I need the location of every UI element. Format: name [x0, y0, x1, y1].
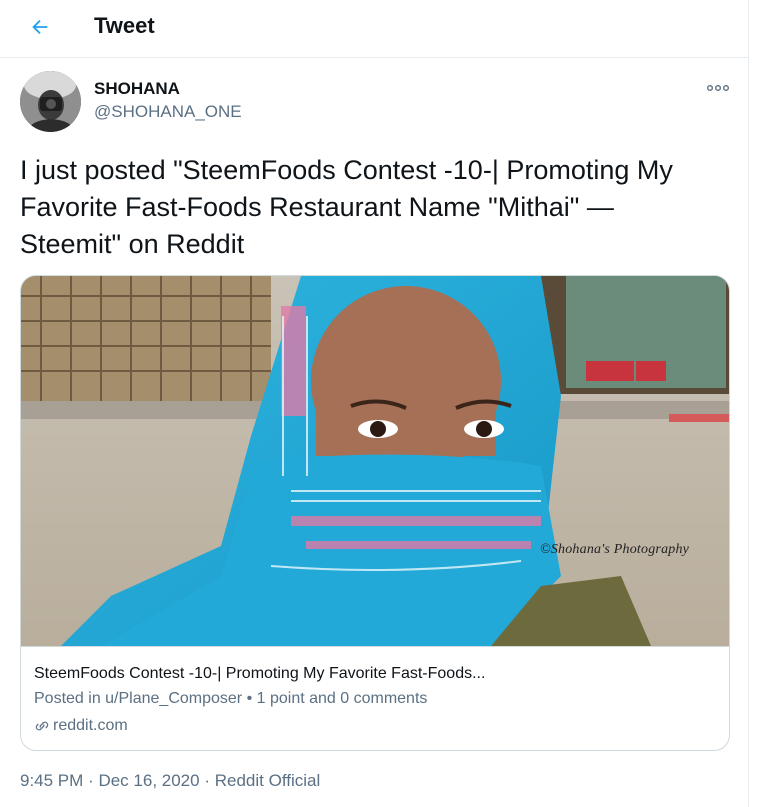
tweet-time[interactable]: 9:45 PM	[20, 771, 83, 790]
link-icon	[35, 721, 49, 731]
arrow-left-icon	[32, 19, 48, 35]
card-description: Posted in u/Plane_Composer • 1 point and…	[34, 690, 428, 707]
meta-separator: ·	[204, 771, 210, 790]
author-handle[interactable]: @SHOHANA_ONE	[94, 102, 242, 122]
tweet-text: I just posted "SteemFoods Contest -10-| …	[20, 155, 673, 259]
tweet-metadata: 9:45 PM · Dec 16, 2020 · Reddit Official	[20, 771, 320, 791]
meta-separator: ·	[88, 771, 94, 790]
author-display-name[interactable]: SHOHANA	[94, 79, 180, 99]
more-dots-icon	[707, 85, 730, 91]
card-domain-row[interactable]: reddit.com	[34, 716, 128, 736]
back-button[interactable]	[22, 9, 58, 45]
tweet-date[interactable]: Dec 16, 2020	[98, 771, 199, 790]
card-title[interactable]: SteemFoods Contest -10-| Promoting My Fa…	[34, 664, 485, 684]
top-bar: Tweet	[0, 0, 748, 58]
tweet-source[interactable]: Reddit Official	[215, 771, 321, 790]
card-domain[interactable]: reddit.com	[53, 716, 128, 736]
avatar-photo	[20, 71, 81, 132]
avatar[interactable]	[20, 71, 81, 132]
card-image[interactable]: ©Shohana's Photography	[21, 276, 729, 647]
tweet-detail-column: Tweet SHOHANA @SHOHANA_ONE I just posted…	[0, 0, 749, 807]
card-photo	[21, 276, 729, 646]
image-watermark: ©Shohana's Photography	[540, 542, 690, 557]
link-preview-card[interactable]: ©Shohana's Photography SteemFoods Contes…	[20, 275, 730, 751]
page-title: Tweet	[94, 13, 155, 38]
more-options-button[interactable]	[704, 78, 732, 98]
